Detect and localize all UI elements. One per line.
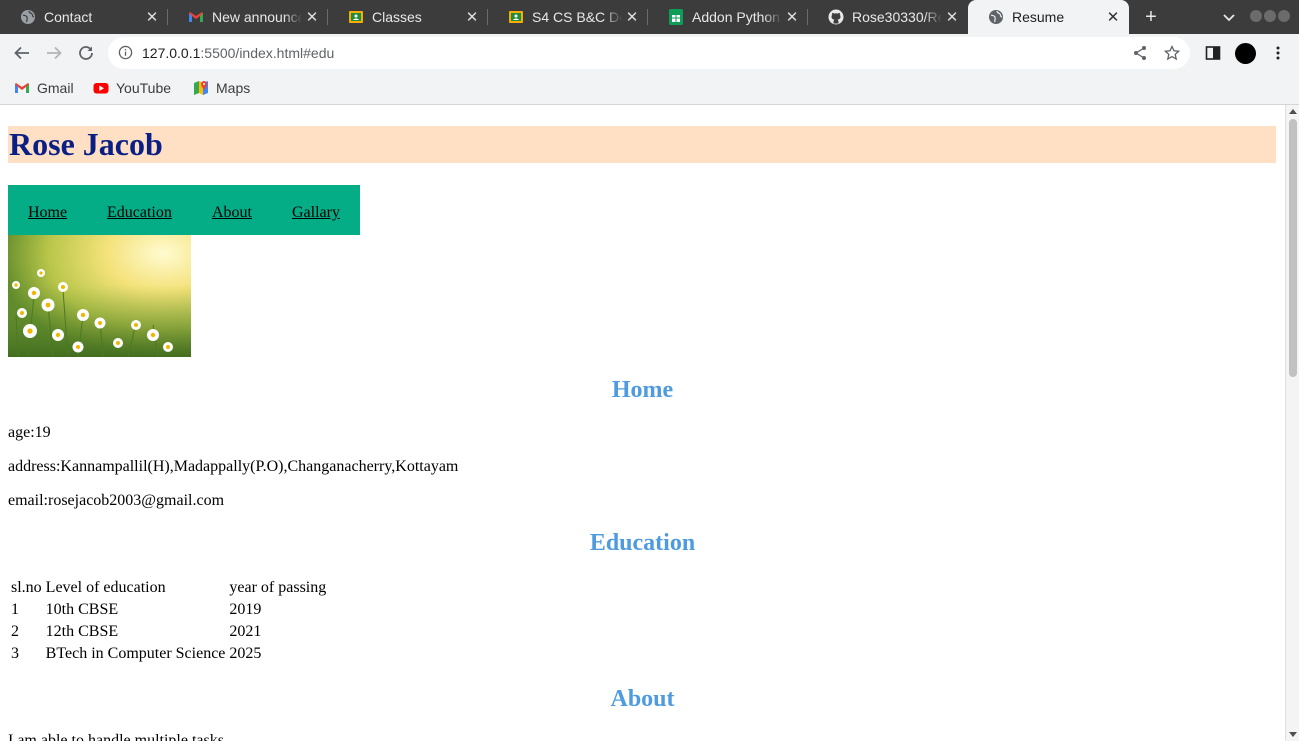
bookmark-maps[interactable]: Maps [193, 77, 250, 99]
education-heading: Education [589, 530, 696, 556]
tab-github[interactable]: Rose30330/Resume ✕ [808, 0, 968, 34]
column-header: sl.no [11, 579, 42, 596]
column-header: year of passing [229, 579, 327, 596]
table-cell: 2 [11, 623, 19, 640]
classroom-icon [348, 9, 364, 25]
close-tab-icon[interactable]: ✕ [302, 8, 322, 26]
table-cell: 2025 [229, 645, 262, 662]
about-text: I am able to handle multiple tasks [8, 732, 224, 741]
bookmark-youtube[interactable]: YouTube [93, 77, 171, 99]
page-scrollbar[interactable] [1285, 105, 1299, 741]
github-icon [828, 9, 844, 25]
table-cell: 10th CBSE [45, 601, 119, 618]
back-button[interactable] [10, 42, 34, 64]
maximize-button[interactable] [1264, 10, 1276, 22]
scrollbar-thumb[interactable] [1289, 119, 1297, 377]
nav-link-education[interactable]: Education [107, 204, 172, 222]
address-url[interactable]: 127.0.0.1:5500/index.html#edu [142, 45, 334, 61]
table-row: 2 12th CBSE 2021 [10, 622, 327, 642]
tab-s4-cs[interactable]: S4 CS B&C Department ✕ [488, 0, 648, 34]
new-tab-button[interactable]: + [1140, 5, 1162, 29]
classroom-icon [508, 9, 524, 25]
close-window-button[interactable] [1278, 10, 1290, 22]
info-icon[interactable] [118, 45, 133, 65]
maps-icon [193, 80, 209, 96]
arrow-left-icon [14, 46, 29, 60]
tab-resume[interactable]: Resume ✕ [968, 0, 1129, 34]
close-tab-icon[interactable]: ✕ [622, 8, 642, 26]
scroll-up-icon[interactable] [1289, 109, 1297, 114]
share-icon[interactable] [1132, 45, 1148, 61]
side-panel-icon[interactable] [1205, 45, 1221, 61]
minimize-button[interactable] [1250, 10, 1262, 22]
arrow-right-icon [47, 46, 62, 60]
table-row: 1 10th CBSE 2019 [10, 600, 327, 620]
tab-strip: Contact ✕ New announcement ✕ Classes ✕ S… [0, 0, 1299, 34]
reload-icon [79, 46, 93, 60]
sheets-icon [668, 9, 684, 25]
chevron-down-icon[interactable] [1220, 7, 1238, 27]
age-text: age:19 [8, 424, 51, 441]
close-tab-icon[interactable]: ✕ [462, 8, 482, 26]
nav-link-about[interactable]: About [212, 204, 252, 222]
globe-icon [20, 9, 36, 25]
page-viewport: Rose Jacob Home Education About Gallary [0, 105, 1285, 741]
close-tab-icon[interactable]: ✕ [782, 8, 802, 26]
browser-toolbar: 127.0.0.1:5500/index.html#edu [0, 34, 1299, 72]
forward-button[interactable] [42, 42, 66, 64]
window-controls [1250, 10, 1290, 22]
column-header: Level of education [45, 579, 166, 596]
gmail-icon [188, 9, 204, 25]
reload-button[interactable] [74, 42, 98, 64]
education-table: sl.no Level of education year of passing… [8, 576, 329, 666]
table-header-row: sl.no Level of education year of passing [10, 578, 327, 598]
close-tab-icon[interactable]: ✕ [1103, 8, 1123, 26]
tab-addon-python[interactable]: Addon Python ✕ [648, 0, 808, 34]
flower-photo [8, 235, 191, 357]
scroll-down-icon[interactable] [1289, 732, 1297, 737]
gmail-icon [14, 80, 30, 96]
table-cell: 12th CBSE [45, 623, 119, 640]
nav-link-home[interactable]: Home [28, 204, 67, 222]
nav-bar: Home Education About Gallary [8, 185, 360, 235]
bookmark-star-icon[interactable] [1163, 44, 1181, 61]
page-header: Rose Jacob [8, 126, 1276, 163]
avatar[interactable] [1235, 43, 1256, 64]
close-tab-icon[interactable]: ✕ [942, 8, 962, 26]
table-cell: 2019 [229, 601, 262, 618]
bookmarks-bar: Gmail YouTube Maps [0, 72, 1299, 105]
page-title: Rose Jacob [9, 126, 163, 162]
youtube-icon [93, 80, 109, 96]
tab-classes[interactable]: Classes ✕ [328, 0, 488, 34]
table-cell: 3 [11, 645, 19, 662]
about-heading: About [610, 686, 675, 712]
bookmark-gmail[interactable]: Gmail [14, 77, 74, 99]
close-tab-icon[interactable]: ✕ [142, 8, 162, 26]
tab-contact[interactable]: Contact ✕ [0, 0, 168, 34]
globe-icon [988, 9, 1004, 25]
home-heading: Home [611, 377, 674, 403]
address-bar[interactable]: 127.0.0.1:5500/index.html#edu [108, 37, 1190, 69]
email-text: email:rosejacob2003@gmail.com [8, 492, 225, 509]
table-cell: BTech in Computer Science [45, 645, 226, 662]
tab-new-announcement[interactable]: New announcement ✕ [168, 0, 328, 34]
address-text: address:Kannampallil(H),Madappally(P.O),… [8, 458, 459, 475]
more-menu-icon[interactable] [1270, 45, 1286, 61]
table-row: 3 BTech in Computer Science 2025 [10, 644, 327, 664]
nav-link-gallary[interactable]: Gallary [292, 204, 340, 222]
table-cell: 1 [11, 601, 19, 618]
table-cell: 2021 [229, 623, 262, 640]
